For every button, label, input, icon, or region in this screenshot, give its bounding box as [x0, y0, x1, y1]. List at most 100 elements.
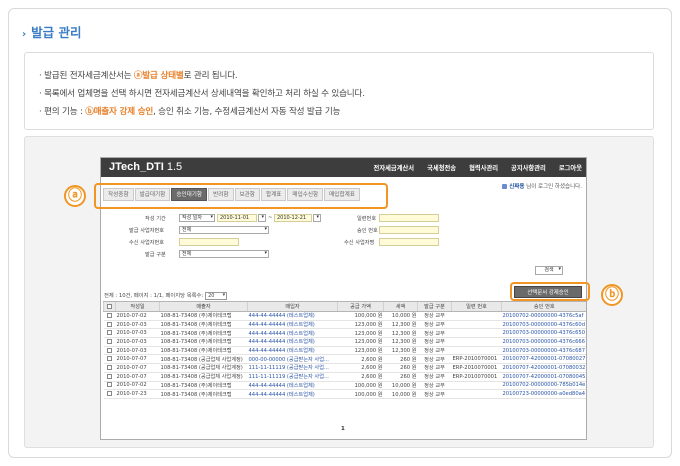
seller-link[interactable]: 108-81-73408 (주)제이테크랩 — [159, 311, 248, 321]
nav-item[interactable]: 국세청전송 — [427, 163, 456, 172]
row-select-cell[interactable] — [103, 363, 116, 373]
approval-number[interactable]: 20100702-00000000-785b014e — [501, 381, 586, 391]
desc-highlight: ⓑ매출자 강제 승인 — [85, 107, 154, 117]
seller-link[interactable]: 108-81-73408 (주)제이테크랩 — [159, 337, 248, 347]
approval-number[interactable]: 20100702-00000000-4376c5af — [501, 311, 586, 321]
select-all-checkbox[interactable] — [107, 303, 112, 309]
table-cell: 100,000 원 — [337, 311, 384, 321]
row-select-cell[interactable] — [103, 311, 116, 321]
period-label: 작성 기간 — [145, 216, 166, 222]
row-select-cell[interactable] — [103, 337, 116, 347]
approval-number[interactable]: 20100707-42000001-07080032 — [501, 363, 586, 373]
table-cell: 123,000 원 — [337, 337, 384, 347]
nav-item[interactable]: 공지사항관리 — [511, 163, 546, 172]
table-cell: 100,000 원 — [337, 389, 384, 399]
approval-number[interactable]: 20100723-00000000-a0ed80a4 — [501, 389, 586, 399]
table-row[interactable]: 2010-07-03 108-81-73408 (주)제이테크랩 444-44-44… — [103, 320, 586, 330]
row-select-cell[interactable] — [103, 354, 116, 365]
seller-link[interactable]: 108-81-73408 (공급업체 사업계정) — [159, 363, 248, 373]
approval-number[interactable]: 20100707-42000001-07080027 — [501, 354, 586, 365]
date-from-input[interactable]: 2010-11-01 — [217, 214, 257, 222]
row-checkbox[interactable] — [107, 373, 112, 379]
table-row[interactable]: 2010-07-03 108-81-73408 (주)제이테크랩 444-44-44… — [103, 328, 586, 339]
column-header: 공급 가액 — [337, 301, 384, 312]
approval-number[interactable]: 20100707-42000001-07080045 — [501, 372, 586, 382]
row-select-cell[interactable] — [103, 328, 116, 339]
row-checkbox[interactable] — [107, 347, 112, 353]
table-cell: 정상 교부 — [417, 320, 452, 330]
table-cell: 111-11-11119 (공급받는자 사업... — [247, 363, 338, 373]
row-checkbox[interactable] — [107, 382, 112, 388]
seller-link[interactable]: 108-81-73408 (주)제이테크랩 — [159, 320, 248, 330]
seller-link[interactable]: 108-81-73408 (주)제이테크랩 — [159, 381, 248, 391]
row-select-cell[interactable] — [103, 381, 116, 391]
search-button[interactable]: 검색 — [535, 266, 563, 275]
select-all-header[interactable] — [103, 301, 116, 312]
table-cell: 444-44-44444 (테스트업체) — [247, 320, 338, 330]
table-row[interactable]: 2010-07-02 108-81-73408 (주)제이테크랩 444-44-44… — [103, 381, 586, 391]
table-row[interactable]: 2010-07-03 108-81-73408 (주)제이테크랩 444-44-44… — [103, 346, 586, 356]
table-cell: 2,600 원 — [337, 372, 384, 382]
seller-link[interactable]: 108-81-73408 (주)제이테크랩 — [159, 346, 248, 356]
issue-biz-select[interactable]: 전체 — [179, 226, 269, 234]
nav-item[interactable]: 전자세금계산서 — [374, 163, 415, 172]
row-checkbox[interactable] — [107, 356, 112, 362]
table-cell: 정상 교부 — [417, 328, 452, 339]
brand-name: JTech_DTI — [109, 161, 164, 173]
approval-number[interactable]: 20100703-00000000-4376c687 — [501, 346, 586, 356]
issue-no-input[interactable] — [379, 214, 439, 222]
table-row[interactable]: 2010-07-03 108-81-73408 (주)제이테크랩 444-44-44… — [103, 337, 586, 347]
approval-number[interactable]: 20100703-00000000-4376c60d — [501, 320, 586, 330]
row-checkbox[interactable] — [107, 338, 112, 344]
page-size-select[interactable]: 20 — [205, 291, 228, 300]
table-cell: 2010-07-02 — [115, 381, 160, 391]
row-select-cell[interactable] — [103, 372, 116, 382]
seller-link[interactable]: 108-81-73408 (주)제이테크랩 — [159, 389, 248, 399]
period-type-select[interactable]: 작성 일자 — [179, 214, 215, 222]
nav-item[interactable]: 로그아웃 — [559, 163, 582, 172]
table-row[interactable]: 2010-07-07 108-81-73408 (공급업체 사업계정) 000-00… — [103, 354, 586, 365]
row-checkbox[interactable] — [107, 312, 112, 318]
column-header: 승인 번호 — [501, 301, 586, 312]
page-number[interactable]: 1 — [341, 426, 345, 432]
table-cell: 12,300 원 — [383, 328, 418, 339]
table-row[interactable]: 2010-07-07 108-81-73408 (공급업체 사업계정) 111-11… — [103, 363, 586, 373]
table-cell: 2010-07-07 — [115, 363, 160, 373]
calendar-to-icon[interactable] — [313, 214, 321, 222]
row-checkbox[interactable] — [107, 321, 112, 327]
search-button-label: 검색 — [544, 267, 554, 273]
table-cell: 260 원 — [383, 354, 418, 365]
approve-no-input[interactable] — [379, 226, 439, 234]
seller-link[interactable]: 108-81-73408 (공급업체 사업계정) — [159, 354, 248, 365]
row-select-cell[interactable] — [103, 320, 116, 330]
table-cell: 2,600 원 — [337, 363, 384, 373]
row-checkbox[interactable] — [107, 391, 112, 397]
nav-item[interactable]: 협력사관리 — [469, 163, 498, 172]
table-cell — [451, 328, 502, 339]
date-to-input[interactable]: 2010-12-21 — [274, 214, 312, 222]
page-title: › 발급 관리 — [22, 22, 81, 41]
table-cell: 정상 교부 — [417, 337, 452, 347]
row-checkbox[interactable] — [107, 364, 112, 370]
table-cell: 정상 교부 — [417, 372, 452, 382]
table-row[interactable]: 2010-07-07 108-81-73408 (공급업체 사업계정) 111-11… — [103, 372, 586, 382]
recv-name-input[interactable] — [379, 238, 439, 246]
approval-number[interactable]: 20100703-00000000-4376c650 — [501, 328, 586, 339]
table-cell: 111-11-11119 (공급받는자 사업... — [247, 372, 338, 382]
table-cell: 정상 교부 — [417, 346, 452, 356]
table-row[interactable]: 2010-07-02 108-81-73408 (주)제이테크랩 444-44-44… — [103, 311, 586, 321]
desc-line: · 편의 기능 : ⓑ매출자 강제 승인, 승인 취소 기능, 수정세금계산서 … — [39, 103, 653, 121]
table-cell: 정상 교부 — [417, 363, 452, 373]
approval-number[interactable]: 20100703-00000000-4376c666 — [501, 337, 586, 347]
row-select-cell[interactable] — [103, 389, 116, 399]
table-cell: 2010-07-03 — [115, 337, 160, 347]
issue-type-select[interactable]: 전체 — [179, 250, 269, 258]
seller-link[interactable]: 108-81-73408 (주)제이테크랩 — [159, 328, 248, 339]
table-row[interactable]: 2010-07-23 108-81-73408 (주)제이테크랩 444-44-44… — [103, 389, 586, 399]
row-checkbox[interactable] — [107, 330, 112, 336]
calendar-from-icon[interactable] — [258, 214, 266, 222]
user-name: 신짜용 — [509, 184, 525, 190]
row-select-cell[interactable] — [103, 346, 116, 356]
recv-biz-input[interactable] — [179, 238, 239, 246]
seller-link[interactable]: 108-81-73408 (공급업체 사업계정) — [159, 372, 248, 382]
